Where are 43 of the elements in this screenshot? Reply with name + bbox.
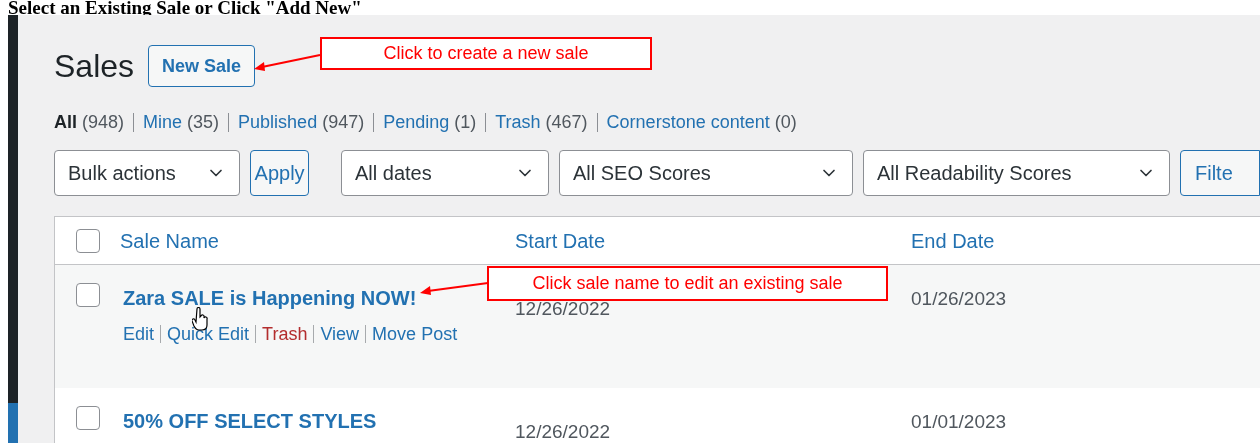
end-date: 01/01/2023	[911, 411, 1007, 432]
filter-button[interactable]: Filte	[1180, 150, 1260, 196]
filter-count: (467)	[545, 111, 588, 134]
dropdown[interactable]: All Readability Scores	[863, 150, 1170, 196]
status-filter-link[interactable]: Trash	[495, 109, 541, 136]
filter-count: (35)	[187, 111, 220, 134]
column-header[interactable]: End Date	[911, 229, 995, 252]
column-header[interactable]: Start Date	[515, 229, 606, 252]
callout-arrow	[418, 280, 489, 296]
filter-count: (947)	[322, 111, 365, 134]
status-filter-link[interactable]: Published	[238, 109, 318, 136]
row-action-link[interactable]: Edit	[123, 324, 155, 344]
status-filter-link[interactable]: All	[54, 109, 77, 136]
dropdown[interactable]: Bulk actions	[54, 150, 240, 196]
filter-count: (1)	[454, 111, 477, 134]
row-checkbox[interactable]	[75, 406, 100, 430]
status-filter-link[interactable]: Pending	[383, 109, 450, 136]
callout-box: Click to create a new sale	[320, 37, 652, 70]
dropdown[interactable]: All dates	[341, 150, 549, 196]
row-action-link[interactable]: Quick Edit	[167, 324, 250, 344]
end-date: 01/26/2023	[911, 288, 1007, 309]
callout-arrow	[252, 52, 322, 72]
row-action-link[interactable]: Move Post	[372, 324, 458, 344]
status-filter-link[interactable]: Cornerstone content	[606, 109, 770, 136]
row-action-link[interactable]: Trash	[262, 324, 308, 344]
filter-count: (0)	[774, 111, 797, 134]
apply-button[interactable]: Apply	[250, 150, 310, 196]
row-checkbox[interactable]	[75, 283, 100, 307]
row-action-link[interactable]: View	[320, 324, 360, 344]
page-heading: Select an Existing Sale or Click "Add New"	[7, 0, 363, 15]
sale-name-link[interactable]: Zara SALE is Happening NOW!	[123, 287, 417, 309]
start-date: 12/26/2022	[515, 298, 611, 319]
sidebar-marker	[8, 403, 18, 443]
callout-box: Click sale name to edit an existing sale	[487, 266, 888, 301]
status-filter-link[interactable]: Mine	[143, 109, 183, 136]
sale-name-link[interactable]: 50% OFF SELECT STYLES	[123, 410, 377, 432]
dropdown[interactable]: All SEO Scores	[559, 150, 853, 196]
column-header[interactable]: Sale Name	[120, 229, 219, 252]
filter-count: (948)	[82, 111, 125, 134]
page-title: Sales	[54, 50, 135, 82]
start-date: 12/26/2022	[515, 421, 611, 442]
new-sale-button[interactable]: New Sale	[148, 45, 256, 87]
select-all-checkbox[interactable]	[75, 228, 100, 253]
